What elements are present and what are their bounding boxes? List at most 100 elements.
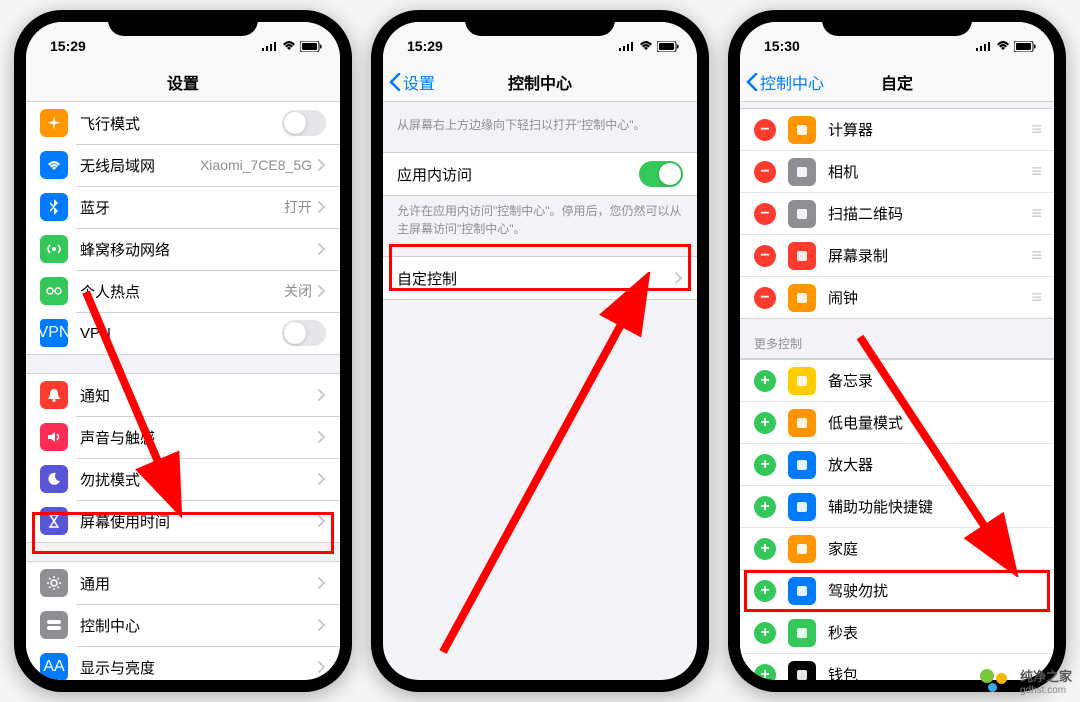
notch [108, 10, 258, 36]
status-time: 15:29 [407, 38, 443, 54]
settings-row-sound[interactable]: 声音与触感 [26, 416, 340, 458]
control-icon [788, 409, 816, 437]
add-button[interactable]: + [754, 370, 776, 392]
customize-controls-row[interactable]: 自定控制 [383, 257, 697, 299]
toggle[interactable] [282, 110, 326, 136]
add-button[interactable]: + [754, 664, 776, 681]
drag-handle-icon[interactable]: ≡ [1031, 287, 1040, 308]
control-label: 低电量模式 [828, 412, 1040, 433]
back-label: 设置 [403, 70, 435, 94]
settings-row-bluetooth[interactable]: 蓝牙打开 [26, 186, 340, 228]
settings-row-cellular[interactable]: 蜂窝移动网络 [26, 228, 340, 270]
chevron-right-icon [318, 159, 326, 171]
remove-button[interactable]: − [754, 203, 776, 225]
hint-text: 从屏幕右上方边缘向下轻扫以打开"控制中心"。 [383, 102, 697, 134]
add-button[interactable]: + [754, 622, 776, 644]
customize-row[interactable]: − 屏幕录制≡ [740, 234, 1054, 276]
remove-button[interactable]: − [754, 161, 776, 183]
bluetooth-icon [40, 193, 68, 221]
phone-settings: 15:29 设置 飞行模式无线局域网Xiaomi_7CE8_5G蓝牙打开蜂窝移动… [14, 10, 352, 692]
add-button[interactable]: + [754, 538, 776, 560]
drag-handle-icon[interactable]: ≡ [1031, 203, 1040, 224]
chevron-right-icon [318, 661, 326, 673]
control-label: 辅助功能快捷键 [828, 496, 1040, 517]
watermark-url: gdhst.com [1020, 685, 1072, 696]
settings-row-vpn[interactable]: VPNVPN [26, 312, 340, 354]
chevron-right-icon [318, 285, 326, 297]
customize-row[interactable]: −闹钟≡ [740, 276, 1054, 318]
settings-row-moon[interactable]: 勿扰模式 [26, 458, 340, 500]
customize-controls-label: 自定控制 [397, 268, 675, 289]
customize-row[interactable]: −计算器≡ [740, 108, 1054, 150]
add-button[interactable]: + [754, 496, 776, 518]
settings-row-switches[interactable]: 控制中心 [26, 604, 340, 646]
add-button[interactable]: + [754, 454, 776, 476]
settings-row-wifi[interactable]: 无线局域网Xiaomi_7CE8_5G [26, 144, 340, 186]
bell-icon [40, 381, 68, 409]
customize-row[interactable]: +驾驶勿扰 [740, 569, 1054, 611]
toggle[interactable] [282, 320, 326, 346]
add-button[interactable]: + [754, 580, 776, 602]
remove-button[interactable]: − [754, 245, 776, 267]
more-controls-header: 更多控制 [740, 319, 1054, 358]
control-icon [788, 158, 816, 186]
hotspot-icon [40, 277, 68, 305]
row-label: 控制中心 [80, 615, 318, 636]
control-label: 屏幕录制 [828, 245, 1031, 266]
phone-control-center: 15:29 设置 控制中心 从屏幕右上方边缘向下轻扫以打开"控制中心"。 [371, 10, 709, 692]
signal-icon [262, 41, 278, 51]
in-app-access-row[interactable]: 应用内访问 [383, 153, 697, 195]
row-label: 屏幕使用时间 [80, 511, 318, 532]
nav-title: 控制中心 [508, 70, 572, 94]
hourglass-icon [40, 507, 68, 535]
customize-row[interactable]: +备忘录 [740, 359, 1054, 401]
control-icon [788, 493, 816, 521]
customize-row[interactable]: + 秒表 [740, 611, 1054, 653]
settings-row-gear[interactable]: 通用 [26, 562, 340, 604]
settings-row-aa[interactable]: AA显示与亮度 [26, 646, 340, 680]
control-icon [788, 242, 816, 270]
customize-row[interactable]: + 低电量模式 [740, 401, 1054, 443]
airplane-icon [40, 109, 68, 137]
control-icon [788, 535, 816, 563]
customize-row[interactable]: +放大器 [740, 443, 1054, 485]
aa-icon: AA [40, 653, 68, 680]
row-detail: 打开 [284, 197, 312, 217]
chevron-right-icon [318, 431, 326, 443]
customize-row[interactable]: − 相机≡ [740, 150, 1054, 192]
chevron-left-icon [389, 73, 401, 91]
settings-row-bell[interactable]: 通知 [26, 374, 340, 416]
chevron-right-icon [318, 577, 326, 589]
wifi-icon [996, 41, 1010, 51]
row-label: 蓝牙 [80, 197, 284, 218]
row-label: VPN [80, 325, 282, 342]
wifi-icon [282, 41, 296, 51]
customize-row[interactable]: −扫描二维码≡ [740, 192, 1054, 234]
remove-button[interactable]: − [754, 287, 776, 309]
status-time: 15:29 [50, 38, 86, 54]
watermark: 纯净之家 gdhst.com [980, 666, 1072, 696]
drag-handle-icon[interactable]: ≡ [1031, 245, 1040, 266]
settings-row-airplane[interactable]: 飞行模式 [26, 102, 340, 144]
back-button[interactable]: 控制中心 [746, 62, 824, 101]
in-app-access-toggle[interactable] [639, 161, 683, 187]
customize-row[interactable]: + 辅助功能快捷键 [740, 485, 1054, 527]
remove-button[interactable]: − [754, 119, 776, 141]
settings-row-hotspot[interactable]: 个人热点关闭 [26, 270, 340, 312]
row-label: 个人热点 [80, 281, 284, 302]
control-label: 相机 [828, 161, 1031, 182]
back-button[interactable]: 设置 [389, 62, 435, 101]
row-label: 通用 [80, 573, 318, 594]
customize-row[interactable]: +家庭 [740, 527, 1054, 569]
row-label: 勿扰模式 [80, 469, 318, 490]
row-label: 通知 [80, 385, 318, 406]
nav-bar: 设置 [26, 62, 340, 102]
add-button[interactable]: + [754, 412, 776, 434]
drag-handle-icon[interactable]: ≡ [1031, 119, 1040, 140]
signal-icon [976, 41, 992, 51]
phone-customize: 15:30 控制中心 自定 −计算器≡−相机≡−扫描二维码≡−屏幕录制≡−闹钟≡… [728, 10, 1066, 692]
notch [822, 10, 972, 36]
settings-row-hourglass[interactable]: 屏幕使用时间 [26, 500, 340, 542]
control-label: 秒表 [828, 622, 1040, 643]
drag-handle-icon[interactable]: ≡ [1031, 161, 1040, 182]
